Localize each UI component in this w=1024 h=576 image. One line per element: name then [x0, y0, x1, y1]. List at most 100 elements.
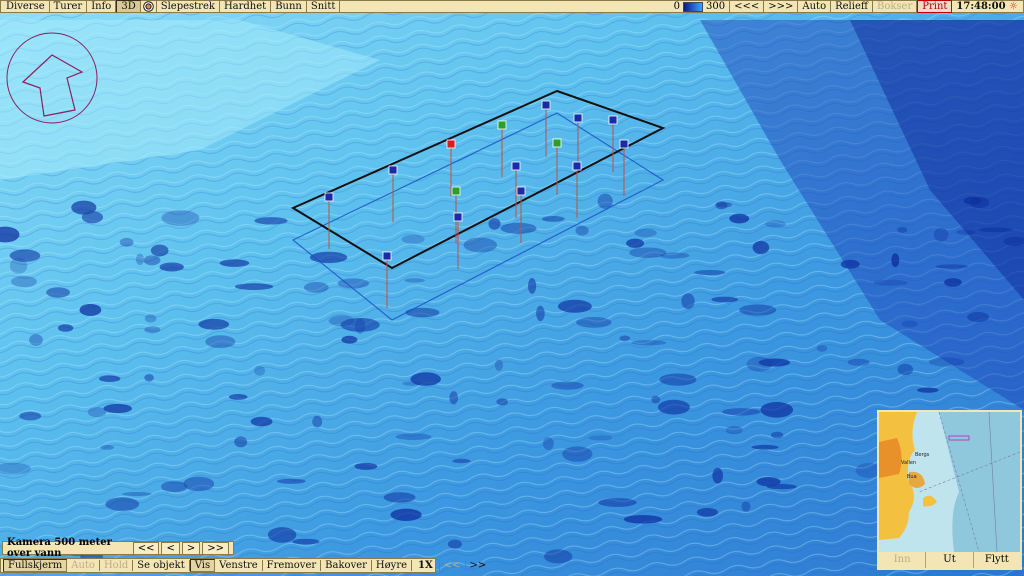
deep-patch	[725, 425, 743, 435]
deep-patch	[536, 305, 545, 322]
camera-prev-button[interactable]: <	[161, 541, 180, 555]
left-button[interactable]: Venstre	[215, 560, 263, 571]
camera-altitude-label: Kamera 500 meter over vann	[7, 537, 112, 559]
deep-patch	[729, 213, 750, 224]
deep-patch	[496, 398, 509, 406]
deep-patch	[928, 357, 965, 367]
deep-patch	[764, 220, 786, 228]
deep-patch	[840, 259, 860, 269]
menu-slepestrek[interactable]: Slepestrek	[157, 1, 220, 12]
zoom-in-button[interactable]: Inn	[879, 552, 925, 568]
deep-patch	[944, 278, 962, 287]
forward-button[interactable]: Fremover	[263, 560, 322, 571]
sun-icon: ☼	[1009, 1, 1018, 12]
deep-patch	[449, 391, 459, 405]
deep-patch	[105, 497, 140, 512]
slower-button[interactable]: <<	[440, 560, 466, 571]
top-toolbar: Diverse Turer Info 3D Slepestrek Hardhet…	[0, 0, 1024, 13]
deep-patch	[383, 492, 416, 503]
menu-hardhet[interactable]: Hardhet	[220, 1, 272, 12]
deep-patch	[183, 476, 215, 492]
depth-scale: 0 300	[670, 1, 731, 12]
camera-next-button[interactable]: >	[181, 541, 201, 555]
menu-3d[interactable]: 3D	[116, 0, 141, 13]
fullscreen-button[interactable]: Fullskjerm	[3, 559, 68, 572]
hold-button[interactable]: Hold	[100, 560, 134, 571]
deep-patch	[956, 229, 976, 235]
zoom-out-button[interactable]: Ut	[925, 552, 972, 568]
deep-patch	[760, 402, 794, 418]
deep-patch	[901, 320, 918, 328]
deep-patch	[405, 307, 440, 318]
deep-patch	[588, 435, 613, 441]
menu-turer[interactable]: Turer	[50, 1, 88, 12]
faster-button[interactable]: >>	[466, 560, 491, 571]
deep-patch	[395, 433, 432, 441]
next-button[interactable]: >>>	[764, 1, 799, 12]
deep-patch	[542, 437, 554, 450]
prev-button[interactable]: <<<	[730, 1, 765, 12]
deep-patch	[891, 253, 900, 268]
menu-snitt[interactable]: Snitt	[307, 1, 341, 12]
see-object-button[interactable]: Se objekt	[133, 560, 190, 571]
deep-patch	[144, 374, 154, 382]
deep-patch	[500, 222, 537, 234]
print-button[interactable]: Print	[917, 0, 953, 13]
deep-patch	[541, 216, 565, 222]
deep-patch	[267, 527, 297, 543]
deep-patch	[935, 264, 968, 269]
deep-patch	[463, 237, 497, 253]
seabed-3d-view[interactable]	[0, 0, 1024, 576]
deep-patch	[143, 255, 161, 266]
deep-patch	[696, 508, 719, 517]
minimap-label-bergs: Bergs	[915, 452, 930, 458]
right-button[interactable]: Høyre	[372, 560, 413, 571]
deep-patch	[205, 335, 236, 349]
deep-patch	[623, 515, 663, 524]
minimap-buttons: Inn Ut Flytt	[879, 552, 1020, 568]
deep-patch	[933, 228, 949, 242]
menu-info[interactable]: Info	[87, 1, 117, 12]
deep-patch	[562, 446, 593, 462]
deep-patch	[897, 363, 914, 376]
deep-patch	[715, 201, 728, 210]
deep-patch	[619, 335, 631, 342]
camera-last-button[interactable]: >>	[202, 541, 229, 555]
deep-patch	[657, 399, 690, 415]
deep-patch	[712, 467, 723, 484]
relieff-button[interactable]: Relieff	[831, 1, 873, 12]
deep-patch	[144, 326, 161, 334]
deep-patch	[402, 381, 422, 386]
deep-patch	[312, 415, 323, 428]
bokser-button[interactable]: Bokser	[873, 1, 918, 12]
deep-patch	[711, 296, 739, 303]
deep-patch	[276, 478, 306, 484]
deep-patch	[79, 303, 102, 316]
deep-patch	[770, 431, 784, 439]
deep-patch	[681, 293, 695, 309]
overview-minimap[interactable]: Vallen Bergs Bua Inn Ut Flytt	[877, 410, 1022, 570]
deep-patch	[741, 501, 751, 512]
deep-patch	[250, 416, 273, 427]
vis-button[interactable]: Vis	[189, 559, 216, 572]
deep-patch	[57, 324, 74, 332]
deep-patch	[659, 373, 697, 386]
move-button[interactable]: Flytt	[972, 552, 1020, 568]
menu-bunn[interactable]: Bunn	[271, 1, 307, 12]
deep-patch	[576, 317, 612, 328]
deep-patch	[99, 375, 121, 383]
auto-nav-button[interactable]: Auto	[67, 560, 100, 571]
auto-button[interactable]: Auto	[798, 1, 832, 12]
deep-patch	[341, 335, 358, 344]
deep-patch	[401, 234, 425, 244]
deep-patch	[816, 345, 828, 352]
deep-patch	[309, 251, 348, 264]
deep-patch	[528, 278, 537, 294]
menu-diverse[interactable]: Diverse	[2, 1, 50, 12]
deep-patch	[234, 436, 248, 448]
target-icon[interactable]	[141, 1, 157, 12]
camera-first-button[interactable]: <<	[132, 541, 160, 555]
backward-button[interactable]: Bakover	[321, 560, 372, 571]
deep-patch	[452, 458, 471, 464]
deep-patch	[557, 299, 592, 313]
